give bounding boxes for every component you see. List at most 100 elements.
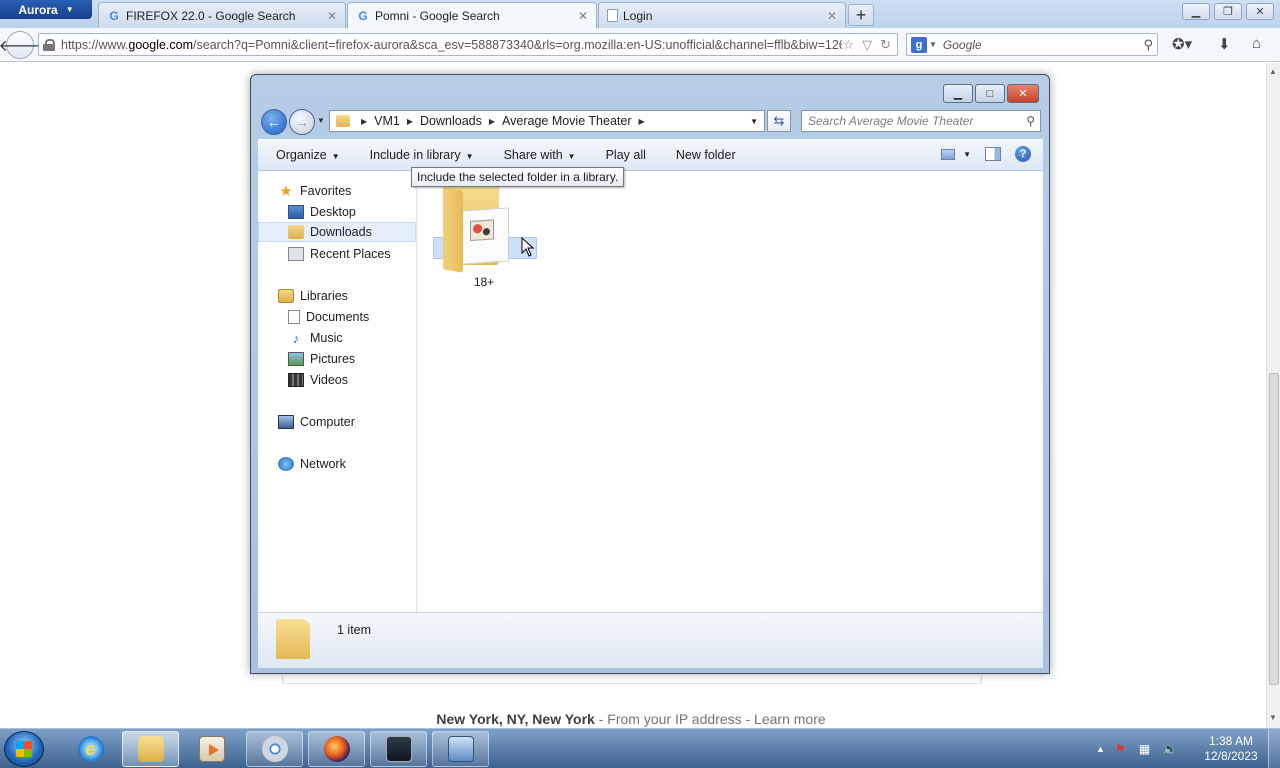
- location-source[interactable]: - From your IP address - Learn more: [595, 711, 826, 727]
- download-icon[interactable]: ⬇: [1218, 35, 1231, 53]
- new-tab-button[interactable]: +: [848, 4, 874, 26]
- arrow-right-icon: →: [295, 114, 309, 130]
- close-tab-icon[interactable]: ✕: [827, 9, 837, 23]
- explorer-search-input[interactable]: Search Average Movie Theater ⚲: [801, 110, 1041, 132]
- bookmark-star-icon[interactable]: ☆: [842, 37, 854, 53]
- browser-back-button[interactable]: 🡐: [0, 31, 41, 59]
- file-list-pane[interactable]: 18+: [417, 171, 1043, 612]
- reload-icon[interactable]: ↻: [880, 37, 891, 53]
- footer-divider: [282, 676, 982, 684]
- explorer-window: ▁ □ ✕ ← → ▼ ▶ VM1 ▶ Downloads ▶ Average …: [250, 74, 1050, 674]
- firefox-icon: [323, 736, 350, 762]
- recent-locations-icon[interactable]: ▼: [317, 116, 325, 125]
- explorer-back-button[interactable]: ←: [261, 109, 287, 135]
- chevron-right-icon[interactable]: ▶: [361, 117, 367, 126]
- browser-search-bar[interactable]: g ▼ Google ⚲: [906, 33, 1158, 56]
- plus-icon: +: [855, 4, 867, 25]
- browser-tab-login[interactable]: Login ✕: [598, 2, 846, 28]
- explorer-close-button[interactable]: ✕: [1007, 84, 1039, 103]
- page-scrollbar[interactable]: ▲ ▼: [1266, 63, 1280, 728]
- address-dropdown-icon[interactable]: ▼: [750, 117, 758, 126]
- refresh-button[interactable]: ⇆: [767, 110, 791, 132]
- chevron-right-icon[interactable]: ▶: [489, 117, 495, 126]
- scroll-down-icon[interactable]: ▼: [1269, 713, 1277, 722]
- browser-minimize-button[interactable]: ▁: [1182, 3, 1210, 20]
- taskbar-media-player[interactable]: [183, 731, 240, 767]
- explorer-forward-button[interactable]: →: [289, 109, 315, 135]
- nav-computer[interactable]: Computer: [258, 412, 416, 432]
- show-desktop-button[interactable]: [1268, 729, 1280, 768]
- taskbar-windows-explorer[interactable]: [122, 731, 179, 767]
- history-dropdown-icon[interactable]: ▽: [862, 37, 872, 53]
- breadcrumb-downloads[interactable]: Downloads: [420, 114, 482, 128]
- show-hidden-icons-icon[interactable]: ▲: [1096, 744, 1105, 754]
- chrome-icon: [261, 736, 288, 762]
- network-computer-icon: [447, 736, 474, 762]
- home-icon[interactable]: ⌂: [1252, 35, 1261, 52]
- change-view-icon[interactable]: [941, 148, 956, 160]
- tooltip: Include the selected folder in a library…: [411, 167, 625, 187]
- breadcrumb-average-movie-theater[interactable]: Average Movie Theater: [502, 114, 631, 128]
- browser-restore-button[interactable]: ❐: [1214, 3, 1242, 20]
- folder-item[interactable]: 18+: [431, 179, 537, 289]
- clock[interactable]: 1:38 AM 12/8/2023: [1196, 734, 1266, 764]
- google-engine-icon[interactable]: g: [911, 36, 927, 53]
- new-folder-button[interactable]: New folder: [676, 148, 736, 162]
- bookmarks-menu-icon[interactable]: ✪▾: [1172, 35, 1192, 53]
- google-favicon-icon: G: [358, 9, 368, 23]
- nav-documents[interactable]: Documents: [258, 307, 416, 327]
- volume-muted-icon[interactable]: 🔈: [1163, 742, 1178, 756]
- chevron-right-icon[interactable]: ▶: [407, 117, 413, 126]
- share-with-button[interactable]: Share with ▼: [504, 148, 576, 162]
- chevron-down-icon[interactable]: ▼: [963, 150, 971, 159]
- start-button[interactable]: [4, 731, 44, 767]
- explorer-minimize-button[interactable]: ▁: [943, 84, 973, 103]
- scroll-up-icon[interactable]: ▲: [1269, 67, 1277, 76]
- nav-downloads[interactable]: Downloads: [258, 222, 416, 242]
- taskbar-terminal[interactable]: [370, 731, 427, 767]
- nav-videos[interactable]: Videos: [258, 370, 416, 390]
- browser-tab-pomni-search[interactable]: G Pomni - Google Search ✕: [347, 2, 597, 29]
- nav-desktop[interactable]: Desktop: [258, 202, 416, 222]
- command-bar: Organize ▼ Include in library ▼ Share with…: [258, 139, 1043, 171]
- explorer-maximize-button[interactable]: □: [975, 84, 1005, 103]
- play-all-button[interactable]: Play all: [606, 148, 646, 162]
- organize-button[interactable]: Organize ▼: [276, 148, 340, 162]
- close-tab-icon[interactable]: ✕: [327, 9, 337, 23]
- aurora-menu-label: Aurora: [18, 2, 58, 17]
- network-status-icon[interactable]: ▦: [1139, 742, 1153, 756]
- minimize-icon: ▁: [953, 88, 963, 100]
- action-center-flag-icon[interactable]: ⚑: [1115, 742, 1129, 756]
- help-icon[interactable]: ?: [1015, 146, 1031, 162]
- taskbar-network-app[interactable]: [432, 731, 489, 767]
- breadcrumb-vm1[interactable]: VM1: [374, 114, 400, 128]
- chevron-down-icon: ▼: [65, 5, 74, 14]
- search-icon[interactable]: ⚲: [1143, 37, 1153, 53]
- nav-recent-places[interactable]: Recent Places: [258, 244, 416, 264]
- nav-libraries[interactable]: Libraries: [258, 286, 416, 306]
- url-bar[interactable]: https://www.google.com/search?q=Pomni&cl…: [38, 33, 898, 56]
- browser-close-button[interactable]: ✕: [1246, 3, 1274, 20]
- picture-icon: [288, 352, 304, 366]
- breadcrumb[interactable]: ▶ VM1 ▶ Downloads ▶ Average Movie Theate…: [329, 110, 765, 132]
- scrollbar-thumb[interactable]: [1269, 373, 1279, 685]
- chevron-right-icon[interactable]: ▶: [639, 117, 645, 126]
- tab-title: Login: [623, 8, 653, 23]
- folder-name: 18+: [473, 275, 495, 289]
- taskbar-firefox[interactable]: [308, 731, 365, 767]
- nav-favorites[interactable]: ★ Favorites: [258, 181, 416, 201]
- taskbar-internet-explorer[interactable]: e: [62, 731, 119, 767]
- chevron-down-icon[interactable]: ▼: [929, 40, 937, 49]
- close-tab-icon[interactable]: ✕: [578, 9, 588, 23]
- nav-music[interactable]: ♪ Music: [258, 328, 416, 348]
- refresh-icon: ⇆: [773, 113, 785, 128]
- browser-tab-firefox-search[interactable]: G FIREFOX 22.0 - Google Search ✕: [98, 2, 346, 28]
- nav-network[interactable]: Network: [258, 454, 416, 474]
- aurora-menu-button[interactable]: Aurora ▼: [0, 0, 92, 19]
- film-icon: [288, 373, 304, 387]
- preview-pane-icon[interactable]: [985, 147, 1001, 161]
- taskbar-chrome[interactable]: [246, 731, 303, 767]
- include-in-library-button[interactable]: Include in library ▼: [370, 148, 474, 162]
- search-placeholder: Search Average Movie Theater: [808, 114, 974, 128]
- nav-pictures[interactable]: Pictures: [258, 349, 416, 369]
